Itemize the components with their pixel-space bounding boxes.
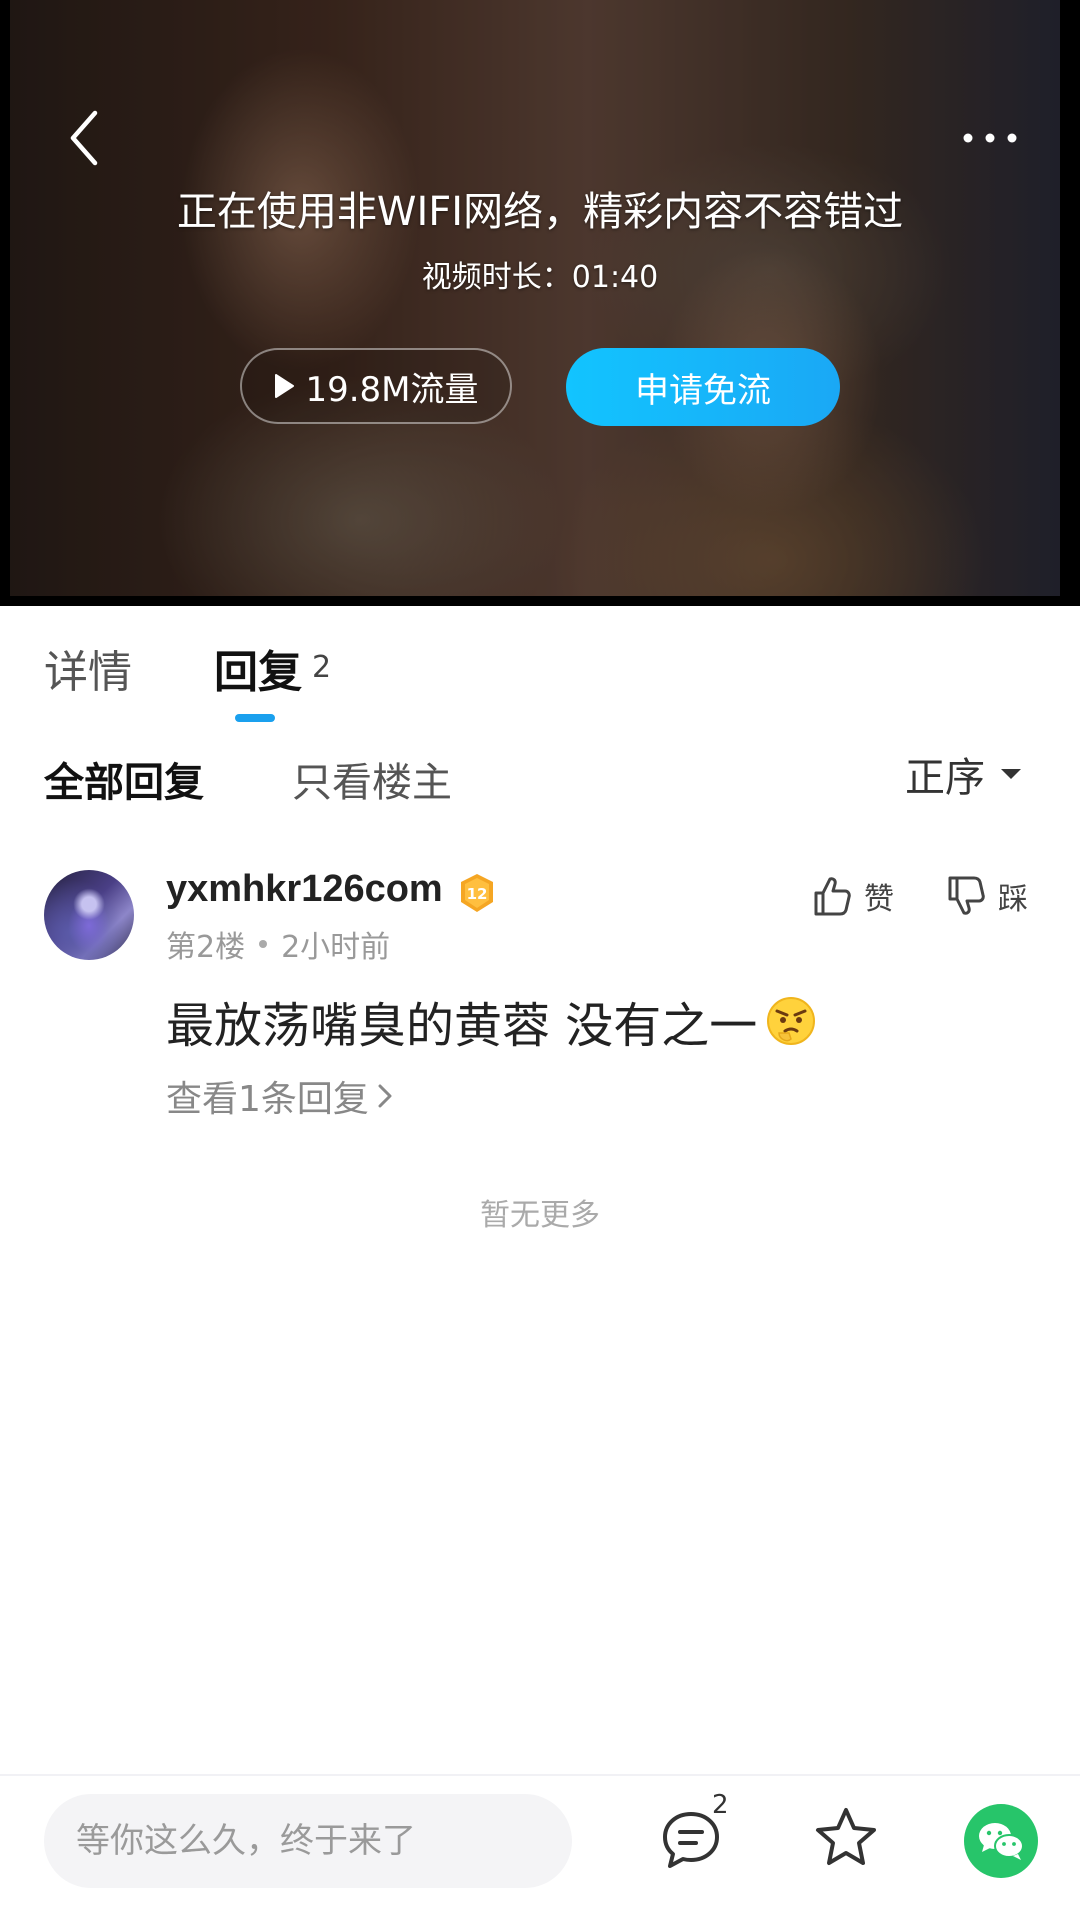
more-icon [963,133,1017,143]
network-notice: 正在使用非WIFI网络，精彩内容不容错过 [176,189,904,235]
star-icon[interactable] [812,1804,880,1872]
back-button[interactable] [62,108,106,168]
duration-value: 01:40 [571,260,659,295]
video-overlay [0,0,1080,606]
thinking-emoji-icon [767,997,816,1045]
duration-label: 视频时长： [421,260,572,295]
avatar[interactable] [44,870,134,960]
comment-item: yxmhkr126com 12 第2楼 2小时前 赞 踩 最放荡嘴臭的黄蓉 没有… [0,866,1080,1126]
sort-label: 正序 [905,755,985,801]
view-replies-link[interactable]: 查看1条回复 [166,1070,393,1122]
active-tab-indicator [235,714,275,722]
comment-text: 最放荡嘴臭的黄蓉 没有之一 [166,998,758,1054]
floor-number: 第2楼 [166,930,246,965]
view-replies-label: 查看1条回复 [166,1079,369,1120]
wechat-icon [979,1823,1024,1860]
comment-count-badge: 2 [712,1790,729,1820]
bottom-bar: 2 [0,1774,1080,1922]
filter-owner-only[interactable]: 只看楼主 [292,750,452,808]
flow-button-label: 19.8M流量 [305,369,479,410]
wechat-share-button[interactable] [964,1804,1038,1878]
back-icon [70,110,98,166]
sort-button[interactable]: 正序 [905,746,1023,802]
like-button[interactable]: 赞 [812,866,894,926]
no-more-text: 暂无更多 [480,1198,600,1233]
tab-bar: 详情 回复 2 [0,606,1080,726]
reply-filter-row: 全部回复 只看楼主 正序 [0,740,1080,810]
like-label: 赞 [864,882,894,917]
comment-time: 2小时前 [281,930,391,965]
comment-meta: 第2楼 2小时前 [166,922,390,966]
chevron-down-icon [1001,769,1021,779]
thumb-down-icon [948,876,985,915]
more-button[interactable] [958,118,1022,158]
reply-input[interactable] [44,1794,572,1888]
video-player[interactable]: 正在使用非WIFI网络，精彩内容不容错过 视频时长：01:40 19.8M流量 … [0,0,1080,606]
tab-reply[interactable]: 回复 [214,636,302,700]
free-data-button[interactable]: 申请免流 [566,348,840,426]
reply-count: 2 [312,650,332,685]
play-icon [275,374,295,398]
video-duration: 视频时长：01:40 [0,258,1080,298]
dislike-label: 踩 [998,882,1028,917]
chevron-right-icon [378,1084,392,1108]
meta-separator [259,940,268,948]
free-button-label: 申请免流 [635,370,771,411]
filter-all-replies[interactable]: 全部回复 [44,750,204,808]
level-badge-icon: 12 [461,874,493,912]
dislike-button[interactable]: 踩 [946,866,1028,926]
play-with-data-button[interactable]: 19.8M流量 [240,348,512,424]
tab-detail[interactable]: 详情 [44,636,132,700]
thumb-up-icon [814,877,851,916]
level-badge-text: 12 [467,885,488,903]
comment-text-row: 最放荡嘴臭的黄蓉 没有之一 [166,986,817,1056]
username[interactable]: yxmhkr126com [166,868,443,911]
